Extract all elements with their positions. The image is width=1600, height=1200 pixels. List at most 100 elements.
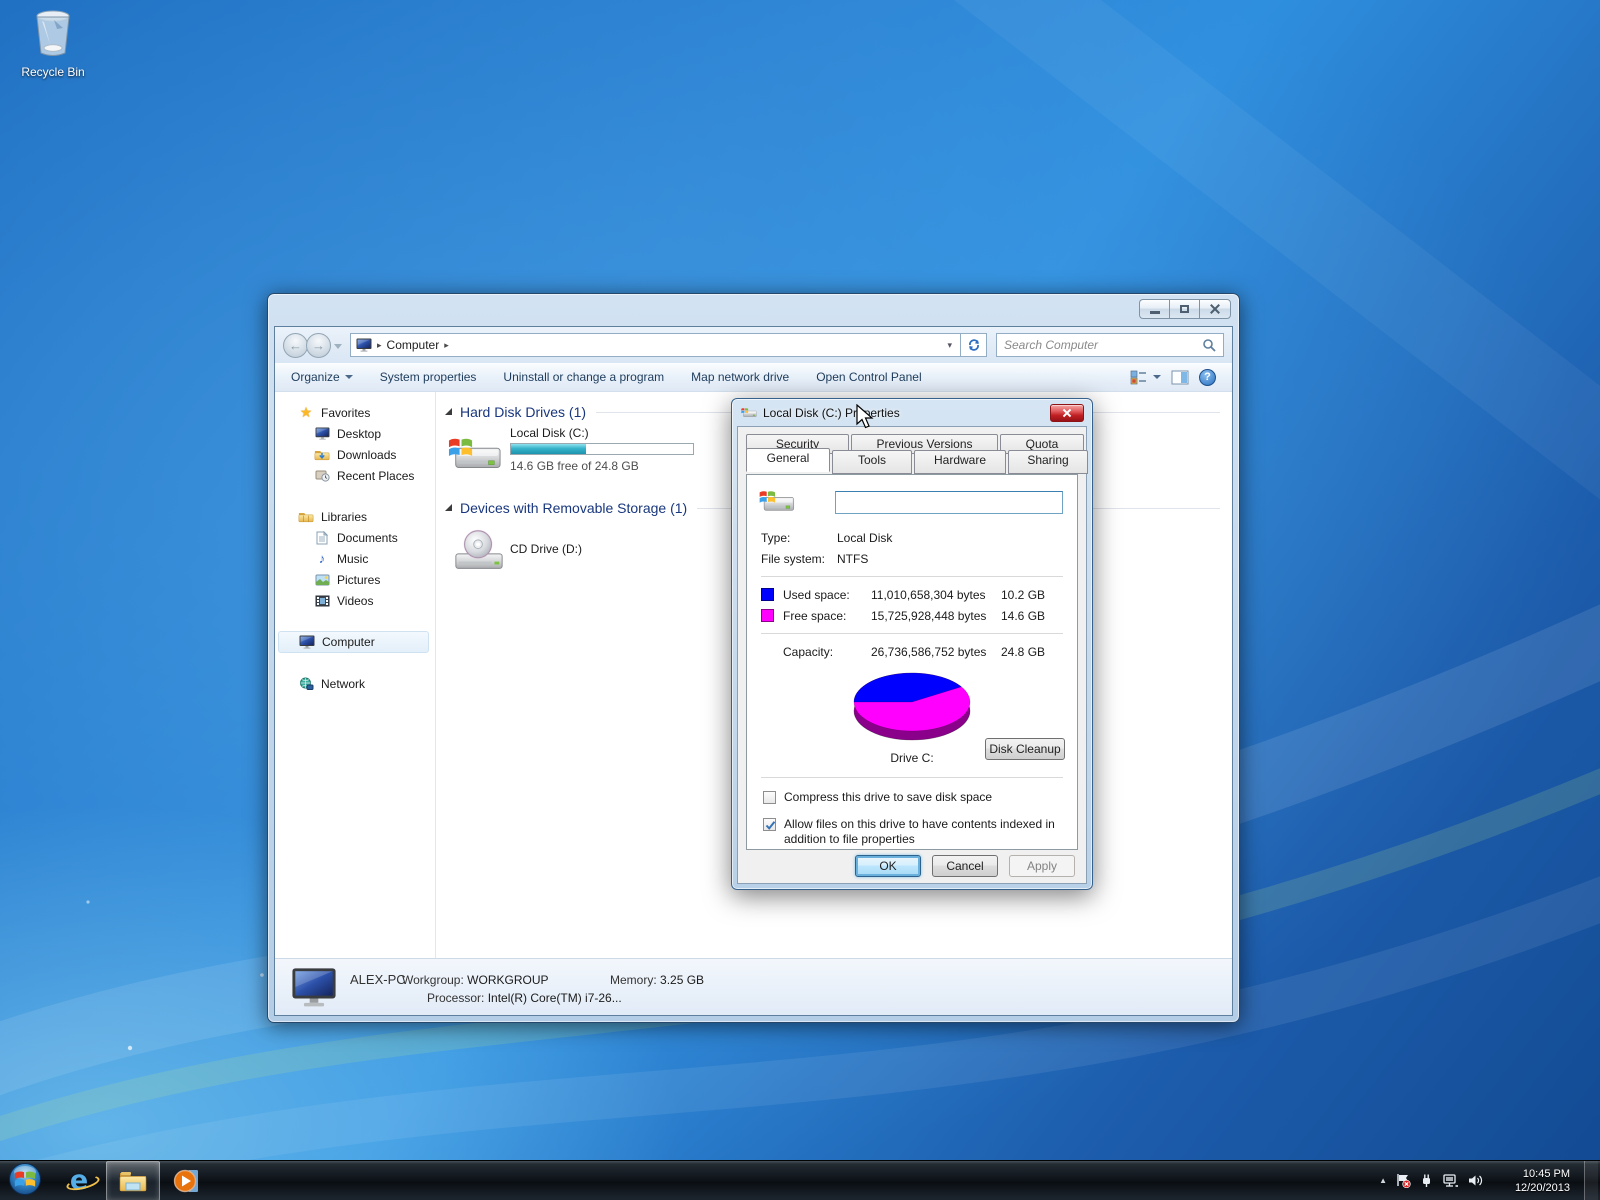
memory-value: 3.25 GB: [660, 973, 704, 987]
breadcrumb-arrow-icon[interactable]: ▸: [439, 340, 454, 351]
processor-label: Processor:: [427, 991, 484, 1005]
taskbar-internet-explorer[interactable]: e: [52, 1161, 106, 1200]
system-tray: ▲: [1379, 1161, 1600, 1200]
back-button[interactable]: ←: [283, 333, 308, 358]
index-checkbox-label[interactable]: Allow files on this drive to have conten…: [784, 817, 1077, 847]
close-button[interactable]: [1199, 299, 1231, 319]
desktop: Recycle Bin ← → ▸ Computer ▸ ▾: [0, 0, 1600, 1200]
capacity-row: Capacity: 26,736,586,752 bytes 24.8 GB: [747, 641, 1077, 662]
dropdown-arrow-icon: [1153, 375, 1161, 383]
sidebar-item-documents[interactable]: Documents: [275, 527, 435, 548]
workgroup-row: Workgroup: WORKGROUP: [402, 973, 549, 987]
group-title: Hard Disk Drives (1): [460, 404, 586, 420]
dialog-drive-icon: [741, 406, 757, 420]
sidebar-item-music[interactable]: ♪ Music: [275, 548, 435, 569]
tab-sharing[interactable]: Sharing: [1008, 450, 1088, 474]
tab-hardware[interactable]: Hardware: [914, 450, 1006, 474]
history-dropdown-icon[interactable]: [334, 344, 342, 353]
show-desktop-button[interactable]: [1584, 1161, 1598, 1200]
start-button[interactable]: [8, 1162, 42, 1199]
drive-name: Local Disk (C:): [510, 426, 694, 440]
windows-start-orb-icon: [8, 1162, 42, 1196]
open-control-panel-button[interactable]: Open Control Panel: [816, 370, 921, 384]
clock-time: 10:45 PM: [1496, 1167, 1570, 1181]
taskbar-windows-explorer[interactable]: [106, 1161, 160, 1200]
show-hidden-icons-button[interactable]: ▲: [1379, 1176, 1387, 1185]
ok-button[interactable]: OK: [855, 855, 921, 877]
sidebar-item-downloads[interactable]: Downloads: [275, 444, 435, 465]
sidebar-item-videos[interactable]: Videos: [275, 590, 435, 611]
sidebar-item-desktop[interactable]: Desktop: [275, 423, 435, 444]
apply-button[interactable]: Apply: [1009, 855, 1075, 877]
recycle-bin-icon: [30, 6, 76, 60]
compress-checkbox[interactable]: [763, 791, 776, 804]
workgroup-value: WORKGROUP: [467, 973, 548, 987]
separator: [761, 777, 1063, 778]
network-status-icon[interactable]: [1442, 1173, 1459, 1188]
close-icon: [1062, 408, 1072, 418]
preview-pane-button[interactable]: [1171, 370, 1189, 385]
sidebar-item-network[interactable]: Network: [275, 673, 435, 694]
forward-button[interactable]: →: [306, 333, 331, 358]
separator: [761, 576, 1063, 577]
free-space-swatch: [761, 609, 774, 622]
sidebar-item-libraries[interactable]: Libraries: [275, 506, 435, 527]
maximize-button[interactable]: [1169, 299, 1199, 319]
general-tab-page: Type: Local Disk File system: NTFS Used …: [746, 474, 1078, 850]
compress-checkbox-label[interactable]: Compress this drive to save disk space: [784, 790, 1077, 805]
search-icon[interactable]: [1202, 338, 1217, 353]
change-view-button[interactable]: [1130, 370, 1161, 385]
cd-drive-icon: [452, 528, 506, 574]
sidebar-item-computer[interactable]: Computer: [278, 631, 429, 653]
volume-speaker-icon[interactable]: [1467, 1173, 1484, 1188]
tab-strip: Security Previous Versions Quota General…: [746, 434, 1078, 476]
capacity-bar-fill: [511, 444, 586, 454]
recent-places-label: Recent Places: [337, 469, 414, 483]
free-space-bytes: 15,725,928,448 bytes: [871, 609, 1001, 623]
action-center-flag-icon[interactable]: [1395, 1173, 1411, 1188]
compress-checkbox-row: Compress this drive to save disk space: [763, 790, 1077, 805]
volume-label-input[interactable]: [835, 491, 1063, 514]
check-icon: [764, 819, 777, 832]
free-space-row: Free space: 15,725,928,448 bytes 14.6 GB: [747, 605, 1077, 626]
system-properties-button[interactable]: System properties: [380, 370, 477, 384]
sidebar-item-pictures[interactable]: Pictures: [275, 569, 435, 590]
sidebar-item-recent-places[interactable]: Recent Places: [275, 465, 435, 486]
documents-label: Documents: [337, 531, 398, 545]
taskbar-media-player[interactable]: [160, 1161, 214, 1200]
power-plug-icon[interactable]: [1419, 1173, 1434, 1188]
pictures-label: Pictures: [337, 573, 380, 587]
dialog-title: Local Disk (C:) Properties: [763, 406, 900, 420]
dialog-close-button[interactable]: [1050, 404, 1084, 422]
minimize-button[interactable]: [1139, 299, 1169, 319]
search-box: [996, 333, 1224, 357]
address-breadcrumb[interactable]: ▸ Computer ▸ ▾: [350, 333, 961, 357]
tab-general[interactable]: General: [746, 448, 830, 472]
search-input[interactable]: [997, 338, 1202, 352]
help-button[interactable]: ?: [1199, 369, 1216, 386]
command-bar: Organize System properties Uninstall or …: [275, 363, 1232, 392]
taskbar: e ▲: [0, 1160, 1600, 1200]
disk-cleanup-button[interactable]: Disk Cleanup: [985, 738, 1065, 760]
cancel-button[interactable]: Cancel: [932, 855, 998, 877]
uninstall-program-button[interactable]: Uninstall or change a program: [503, 370, 664, 384]
dialog-titlebar[interactable]: Local Disk (C:) Properties: [732, 399, 1092, 426]
refresh-button[interactable]: [961, 333, 987, 357]
organize-menu[interactable]: Organize: [291, 370, 353, 384]
refresh-icon: [967, 338, 981, 352]
tab-tools[interactable]: Tools: [832, 450, 912, 474]
breadcrumb-location[interactable]: Computer: [387, 338, 440, 352]
window-caption-buttons: [1139, 299, 1231, 319]
taskbar-clock[interactable]: 10:45 PM 12/20/2013: [1496, 1167, 1570, 1195]
computer-details-icon: [291, 966, 337, 1008]
recycle-bin[interactable]: Recycle Bin: [8, 6, 98, 79]
libraries-label: Libraries: [321, 510, 367, 524]
map-network-drive-button[interactable]: Map network drive: [691, 370, 789, 384]
folder-icon: [118, 1169, 148, 1193]
index-checkbox[interactable]: [763, 818, 776, 831]
dialog-buttons: OK Cancel Apply: [855, 855, 1075, 877]
address-dropdown-icon[interactable]: ▾: [939, 340, 960, 351]
sidebar-item-favorites[interactable]: ★ Favorites: [275, 402, 435, 423]
type-value: Local Disk: [837, 531, 892, 545]
dropdown-arrow-icon: [345, 375, 353, 383]
